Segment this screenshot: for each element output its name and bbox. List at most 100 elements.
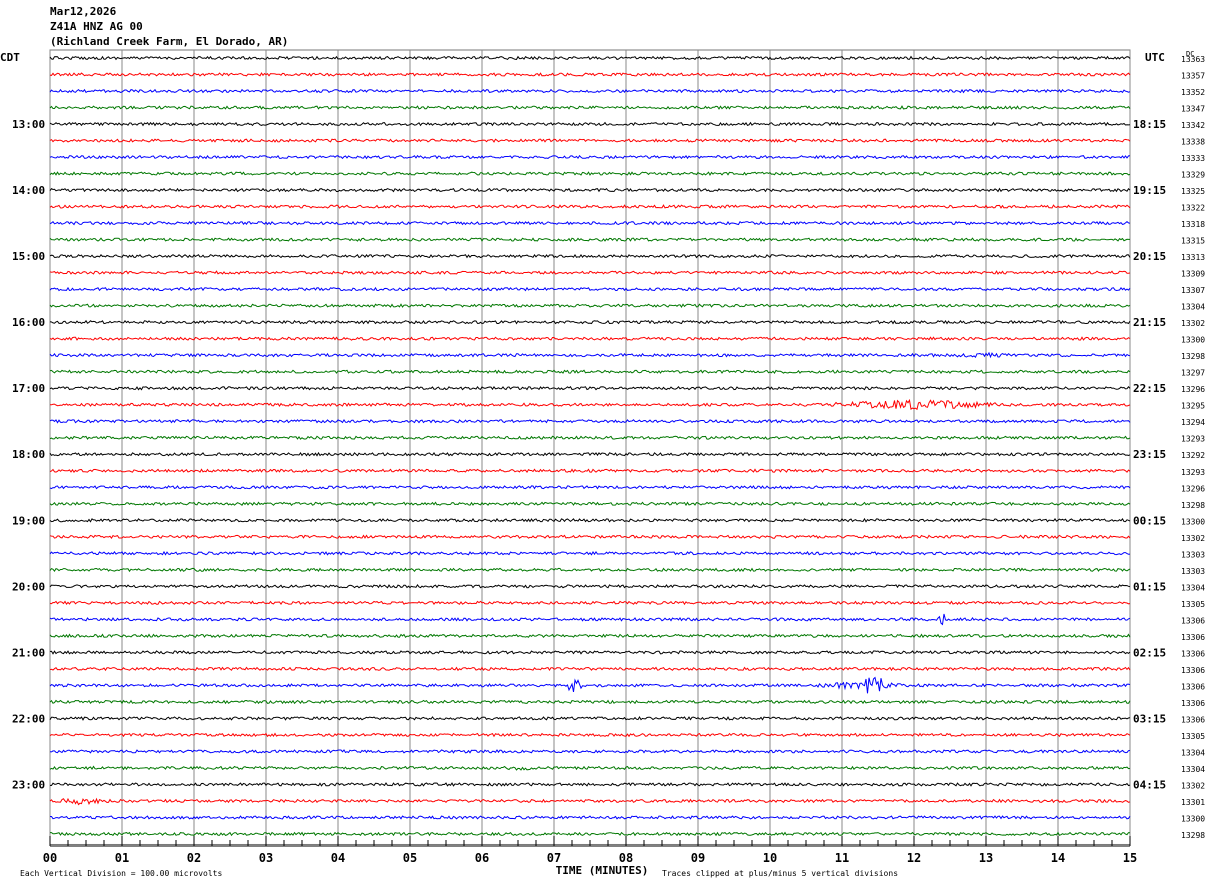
dc-value: 13309 <box>1181 270 1205 279</box>
seismic-trace <box>49 435 1131 440</box>
dc-value: 13298 <box>1181 831 1205 840</box>
seismic-trace <box>49 633 1131 639</box>
seismic-trace <box>49 237 1130 242</box>
right-hour-label: 01:15 <box>1133 580 1166 593</box>
seismic-trace <box>50 831 1131 837</box>
x-tick-label: 14 <box>1051 851 1065 865</box>
right-hour-label: 19:15 <box>1133 184 1166 197</box>
x-tick-label: 13 <box>979 851 993 865</box>
right-hour-label: 20:15 <box>1133 250 1166 263</box>
x-axis-title: TIME (MINUTES) <box>556 864 649 877</box>
dc-value: 13306 <box>1181 666 1205 675</box>
dc-value: 13307 <box>1181 286 1205 295</box>
x-tick-label: 12 <box>907 851 921 865</box>
right-hour-label: 21:15 <box>1133 316 1166 329</box>
seismic-trace <box>49 666 1131 672</box>
helicorder: Mar12,2026 Z41A HNZ AG 00 (Richland Cree… <box>0 0 1210 886</box>
left-hour-label: 14:00 <box>12 184 45 197</box>
x-tick-label: 05 <box>403 851 417 865</box>
dc-value: 13318 <box>1181 220 1205 229</box>
x-tick-label: 07 <box>547 851 561 865</box>
seismic-trace <box>50 815 1131 820</box>
dc-value: 13303 <box>1181 550 1205 559</box>
seismic-trace <box>49 765 1131 771</box>
dc-value: 13296 <box>1181 385 1205 394</box>
left-hour-label: 20:00 <box>12 580 45 593</box>
dc-value: 13304 <box>1181 748 1205 757</box>
right-hour-label: 02:15 <box>1133 646 1166 659</box>
x-tick-label: 08 <box>619 851 633 865</box>
left-timezone-label: CDT <box>0 51 20 64</box>
seismic-trace <box>49 88 1131 94</box>
seismic-trace <box>49 501 1131 507</box>
dc-value: 13325 <box>1181 187 1205 196</box>
left-hour-label: 22:00 <box>12 712 45 725</box>
right-hour-label: 22:15 <box>1133 382 1166 395</box>
seismic-trace <box>49 797 1131 806</box>
dc-value: 13306 <box>1181 616 1205 625</box>
seismic-trace <box>49 171 1131 177</box>
dc-value: 13304 <box>1181 765 1205 774</box>
seismic-trace <box>49 517 1131 523</box>
seismic-trace <box>49 286 1131 292</box>
seismic-trace <box>49 204 1131 209</box>
dc-value: 13352 <box>1181 88 1205 97</box>
seismic-trace <box>49 270 1131 275</box>
dc-value: 13302 <box>1181 319 1205 328</box>
dc-value: 13302 <box>1181 534 1205 543</box>
seismic-trace <box>49 418 1131 424</box>
x-tick-label: 01 <box>115 851 129 865</box>
x-tick-label: 06 <box>475 851 489 865</box>
seismic-trace <box>49 715 1131 721</box>
dc-value: 13301 <box>1181 798 1205 807</box>
seismic-trace <box>49 303 1131 308</box>
dc-value: 13304 <box>1181 583 1205 592</box>
dc-value: 13300 <box>1181 336 1205 345</box>
seismic-trace <box>49 336 1131 341</box>
dc-value: 13302 <box>1181 781 1205 790</box>
seismic-trace <box>49 121 1131 127</box>
left-hour-label: 16:00 <box>12 316 45 329</box>
dc-value: 13363 <box>1181 55 1205 64</box>
x-tick-label: 03 <box>259 851 273 865</box>
left-hour-label: 15:00 <box>12 250 45 263</box>
dc-value: 13303 <box>1181 567 1205 576</box>
dc-value: 13298 <box>1181 501 1205 510</box>
dc-value: 13322 <box>1181 204 1205 213</box>
dc-value: 13313 <box>1181 253 1205 262</box>
left-hour-label: 17:00 <box>12 382 45 395</box>
right-hour-label: 18:15 <box>1133 118 1166 131</box>
dc-value: 13306 <box>1181 699 1205 708</box>
dc-value: 13338 <box>1181 138 1205 147</box>
right-hour-label: 23:15 <box>1133 448 1166 461</box>
seismic-trace <box>49 749 1131 754</box>
left-hour-label: 21:00 <box>12 646 45 659</box>
left-hour-label: 23:00 <box>12 778 45 791</box>
right-hour-label: 03:15 <box>1133 712 1166 725</box>
seismogram-plot: 00 01 02 03 04 05 06 07 08 09 10 11 12 13 14 15 TIME (MI… <box>0 49 1205 878</box>
right-hour-label: 04:15 <box>1133 778 1166 791</box>
plot-frame <box>49 49 1131 845</box>
x-tick-label: 15 <box>1123 851 1137 865</box>
x-tick-label: 04 <box>331 851 345 865</box>
seismic-trace <box>49 105 1131 110</box>
seismic-trace <box>49 534 1131 540</box>
dc-value: 13333 <box>1181 154 1205 163</box>
right-hour-label: 00:15 <box>1133 514 1166 527</box>
x-tick-label: 00 <box>43 851 57 865</box>
seismic-trace <box>49 676 1131 694</box>
seismic-trace <box>49 485 1131 490</box>
seismic-trace <box>49 567 1131 573</box>
dc-value: 13315 <box>1181 237 1205 246</box>
dc-value: 13300 <box>1181 517 1205 526</box>
seismic-trace <box>49 732 1131 738</box>
scale-note: Each Vertical Division = 100.00 microvol… <box>20 869 222 878</box>
x-tick-label: 09 <box>691 851 705 865</box>
dc-value: 13347 <box>1181 105 1205 114</box>
clip-note: Traces clipped at plus/minus 5 vertical … <box>662 869 898 878</box>
seismic-trace <box>49 600 1131 606</box>
seismic-trace <box>49 138 1131 143</box>
dc-value: 13296 <box>1181 484 1205 493</box>
seismic-trace <box>49 468 1131 473</box>
seismic-trace <box>49 699 1131 705</box>
